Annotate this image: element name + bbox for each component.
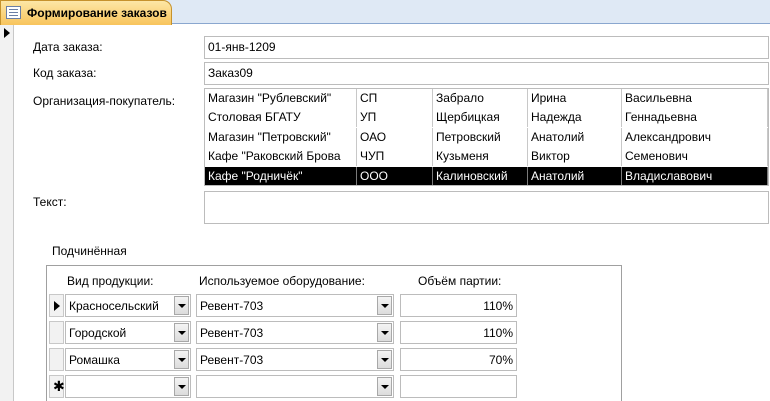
new-record-selector[interactable]: ✱ <box>49 375 65 398</box>
org-list-cell: Геннадьевна <box>622 108 768 128</box>
subform-label: Подчинённая <box>52 244 127 258</box>
new-record-star-icon: ✱ <box>53 378 65 394</box>
dropdown-arrow-icon[interactable] <box>174 296 189 315</box>
org-list-row[interactable]: Магазин "Рублевский" СП Забрало Ирина Василь… <box>205 89 768 108</box>
org-list-cell: Щербицкая <box>433 108 528 128</box>
org-list-cell: ЧУП <box>357 147 433 167</box>
org-list-row[interactable]: Магазин "Петровский" ОАО Петровский Анатоли… <box>205 127 768 147</box>
dropdown-arrow-icon[interactable] <box>377 350 392 369</box>
record-selector[interactable] <box>0 25 14 401</box>
dropdown-arrow-icon[interactable] <box>377 323 392 342</box>
product-combo[interactable] <box>65 375 191 398</box>
org-list-cell: Столовая БГАТУ <box>205 108 357 128</box>
volume-field[interactable] <box>400 375 517 398</box>
volume-value: 110% <box>483 299 513 313</box>
org-list-row[interactable]: Кафе "Раковский Брова ЧУП Кузьменя Виктор Се… <box>205 147 768 167</box>
org-list-cell: ОАО <box>357 127 433 147</box>
org-list-cell: Надежда <box>528 108 622 128</box>
org-list-cell: Владиславович <box>622 166 768 185</box>
org-list-cell: Александрович <box>622 127 768 147</box>
volume-field[interactable]: 70% <box>400 348 517 371</box>
dropdown-arrow-icon[interactable] <box>174 323 189 342</box>
org-list-cell: Магазин "Рублевский" <box>205 89 357 108</box>
current-record-arrow-icon <box>4 28 10 38</box>
equipment-combo-value: Ревент-703 <box>200 353 264 367</box>
volume-value: 70% <box>488 353 513 367</box>
equipment-combo[interactable]: Ревент-703 <box>196 321 394 344</box>
row-selector[interactable] <box>49 348 64 371</box>
order-date-label: Дата заказа: <box>33 40 103 54</box>
tab-label: Формирование заказов <box>27 6 167 20</box>
org-list-cell: Анатолий <box>528 127 622 147</box>
volume-field[interactable]: 110% <box>400 294 517 317</box>
product-combo-value: Ромашка <box>69 353 120 367</box>
product-combo[interactable]: Красносельский <box>65 294 191 317</box>
buyer-org-listbox[interactable]: Магазин "Рублевский" СП Забрало Ирина Василь… <box>204 88 769 186</box>
row-selector[interactable] <box>49 321 64 344</box>
dropdown-arrow-icon[interactable] <box>377 377 392 396</box>
dropdown-arrow-icon[interactable] <box>377 296 392 315</box>
order-code-field[interactable]: Заказ09 <box>204 62 769 85</box>
org-list-cell: Кафе "Раковский Брова <box>205 147 357 167</box>
text-label: Текст: <box>33 195 67 209</box>
row-selector[interactable] <box>49 294 64 317</box>
subform-products: Вид продукции: Используемое оборудование… <box>46 265 622 401</box>
org-list-cell: Васильевна <box>622 89 768 108</box>
product-combo[interactable]: Городской <box>65 321 191 344</box>
volume-header: Объём партии: <box>418 274 502 288</box>
buyer-org-label: Организация-покупатель: <box>33 94 176 108</box>
equipment-header: Используемое оборудование: <box>199 274 365 288</box>
document-tab-bar: Формирование заказов <box>0 0 770 25</box>
product-combo[interactable]: Ромашка <box>65 348 191 371</box>
equipment-combo[interactable]: Ревент-703 <box>196 294 394 317</box>
equipment-combo-value: Ревент-703 <box>200 326 264 340</box>
product-combo-value: Городской <box>69 326 127 340</box>
org-list-cell: Калиновский <box>433 166 528 185</box>
org-list-cell: Забрало <box>433 89 528 108</box>
org-list-cell: УП <box>357 108 433 128</box>
form-icon <box>6 6 21 19</box>
org-list-row[interactable]: Кафе "Родничёк" ООО Калиновский Анатолий Вла… <box>205 166 768 185</box>
volume-value: 110% <box>483 326 513 340</box>
equipment-combo[interactable] <box>196 375 394 398</box>
order-date-field[interactable]: 01-янв-1209 <box>204 36 769 59</box>
org-list-cell: Кафе "Родничёк" <box>205 166 357 185</box>
org-list-row[interactable]: Столовая БГАТУ УП Щербицкая Надежда Геннадье… <box>205 108 768 128</box>
org-list-cell: ООО <box>357 166 433 185</box>
volume-field[interactable]: 110% <box>400 321 517 344</box>
org-list-cell: Семенович <box>622 147 768 167</box>
org-list-cell: Ирина <box>528 89 622 108</box>
dropdown-arrow-icon[interactable] <box>174 377 189 396</box>
org-list-cell: Кузьменя <box>433 147 528 167</box>
product-combo-value: Красносельский <box>69 299 159 313</box>
dropdown-arrow-icon[interactable] <box>174 350 189 369</box>
text-field[interactable] <box>204 191 769 224</box>
current-row-arrow-icon <box>54 301 60 311</box>
org-list-cell: Виктор <box>528 147 622 167</box>
org-list-cell: Магазин "Петровский" <box>205 127 357 147</box>
tab-order-form[interactable]: Формирование заказов <box>0 0 172 25</box>
org-list-cell: Анатолий <box>528 166 622 185</box>
org-list-cell: СП <box>357 89 433 108</box>
product-header: Вид продукции: <box>67 274 154 288</box>
equipment-combo[interactable]: Ревент-703 <box>196 348 394 371</box>
order-code-label: Код заказа: <box>33 66 97 80</box>
org-list-cell: Петровский <box>433 127 528 147</box>
equipment-combo-value: Ревент-703 <box>200 299 264 313</box>
